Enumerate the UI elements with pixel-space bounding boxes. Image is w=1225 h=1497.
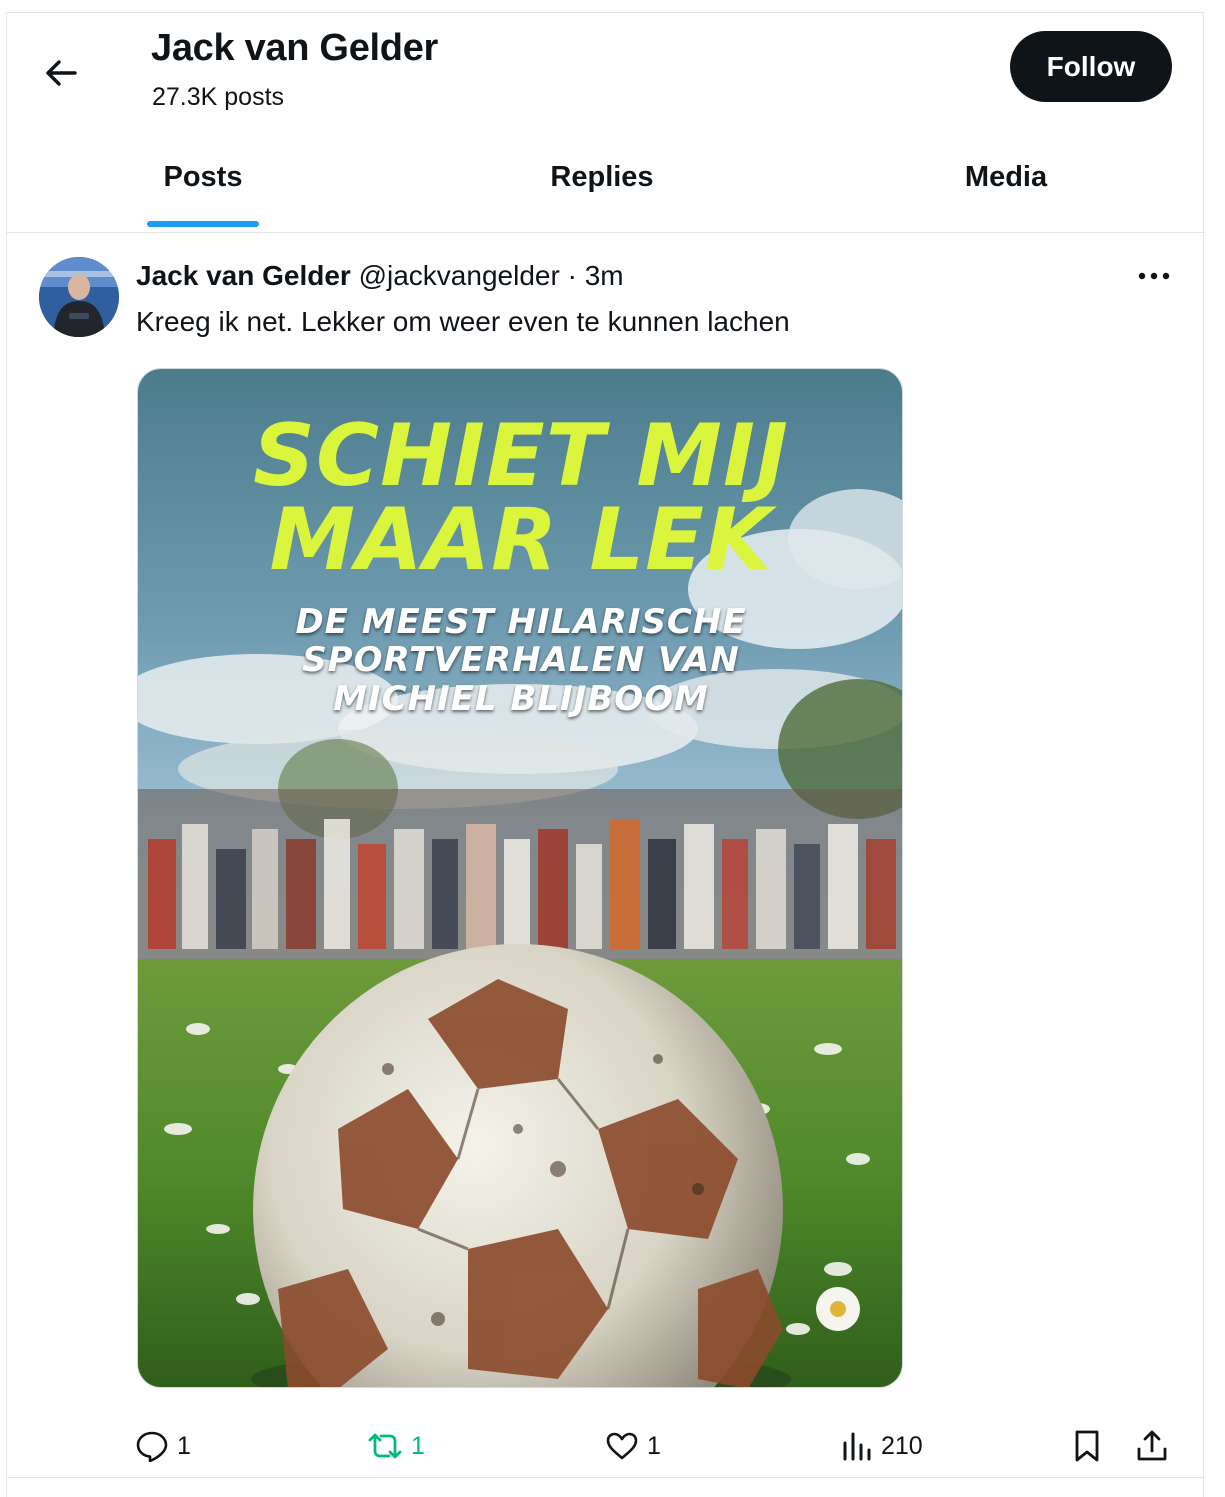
cover-title-line2: MAAR LEK — [269, 490, 773, 590]
post-count: 27.3K posts — [152, 83, 285, 111]
post-header: Jack van Gelder @jackvangelder · 3m — [136, 260, 624, 292]
cover-subtitle-line1: DE MEEST HILARISCHE — [295, 602, 747, 642]
post-text: Kreeg ik net. Lekker om weer even te kun… — [136, 306, 790, 337]
profile-timeline: Jack van Gelder 27.3K posts Follow Posts… — [6, 12, 1205, 1497]
follow-button[interactable]: Follow — [1010, 31, 1172, 102]
more-options-button[interactable] — [1131, 256, 1177, 296]
author-name[interactable]: Jack van Gelder — [136, 260, 351, 291]
tab-posts[interactable]: Posts — [145, 133, 261, 233]
heart-icon — [606, 1432, 638, 1460]
post[interactable]: Jack van Gelder @jackvangelder · 3m Kree… — [7, 234, 1205, 1478]
arrow-left-icon — [46, 60, 77, 86]
repost-count: 1 — [411, 1431, 425, 1460]
tab-media[interactable]: Media — [937, 133, 1075, 233]
profile-header: Jack van Gelder 27.3K posts Follow — [7, 13, 1205, 123]
repost-button[interactable]: 1 — [367, 1424, 425, 1468]
reply-button[interactable]: 1 — [135, 1424, 191, 1468]
separator-dot: · — [567, 260, 577, 291]
view-count: 210 — [881, 1431, 923, 1460]
tab-replies[interactable]: Replies — [527, 133, 677, 233]
analytics-icon — [843, 1432, 871, 1461]
bookmark-button[interactable] — [1073, 1424, 1101, 1468]
reply-count: 1 — [177, 1431, 191, 1460]
repost-icon — [368, 1433, 402, 1459]
back-button[interactable] — [31, 43, 91, 103]
more-icon — [1138, 272, 1170, 280]
post-time[interactable]: 3m — [585, 260, 624, 291]
profile-tabs: Posts Replies Media — [7, 133, 1205, 233]
avatar[interactable] — [39, 257, 119, 337]
share-button[interactable] — [1135, 1424, 1169, 1468]
post-image[interactable]: SCHIET MIJ MAAR LEK DE MEEST HILARISCHE … — [137, 368, 903, 1388]
reply-icon — [136, 1431, 168, 1462]
author-handle[interactable]: @jackvangelder — [359, 260, 560, 291]
post-actions: 1 1 1 210 — [7, 1414, 1205, 1474]
like-button[interactable]: 1 — [605, 1424, 661, 1468]
bookmark-icon — [1075, 1430, 1099, 1462]
cover-subtitle-line2: SPORTVERHALEN VAN — [302, 640, 740, 680]
cover-subtitle-line3: MICHIEL BLIJBOOM — [333, 679, 709, 719]
cover-title-line1: SCHIET MIJ — [253, 406, 789, 506]
views-button[interactable]: 210 — [841, 1424, 923, 1468]
active-tab-indicator — [147, 221, 259, 227]
profile-title: Jack van Gelder — [151, 27, 439, 69]
share-icon — [1137, 1430, 1167, 1461]
like-count: 1 — [647, 1431, 661, 1460]
